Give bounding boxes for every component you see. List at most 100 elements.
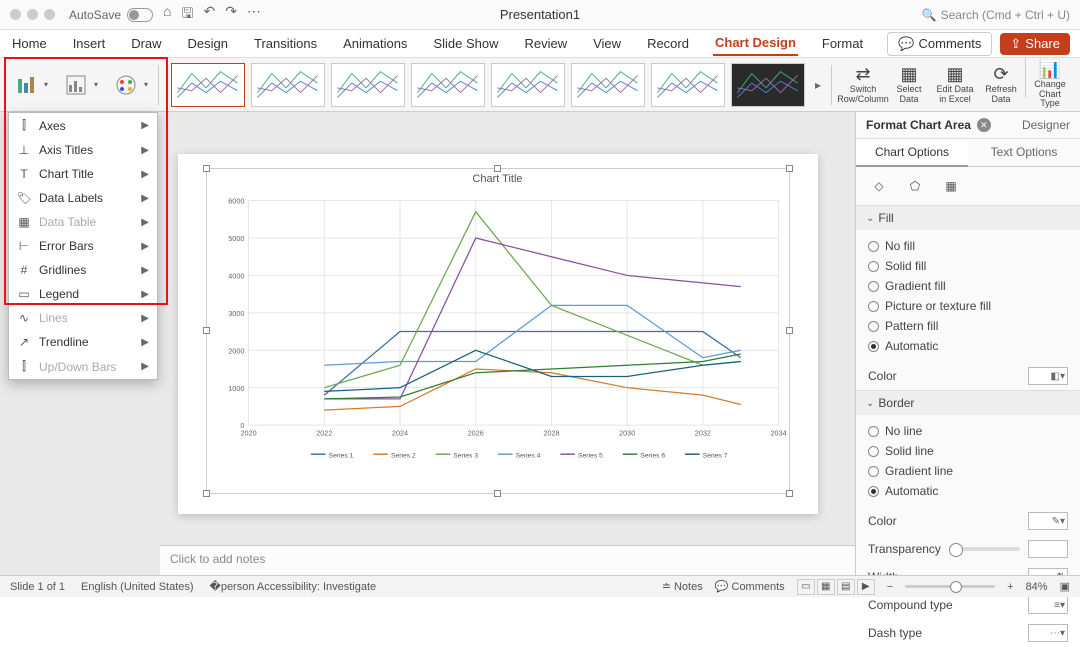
- radio-gradient-fill[interactable]: Gradient fill: [868, 276, 1068, 296]
- chart-style-thumb[interactable]: [331, 63, 405, 107]
- fill-color-picker[interactable]: ◧▾: [1028, 367, 1068, 385]
- tab-text-options[interactable]: Text Options: [968, 139, 1080, 167]
- menu-item-trendline[interactable]: ↗Trendline▶: [9, 330, 157, 354]
- save-icon[interactable]: 🖫: [182, 3, 194, 27]
- zoom-out-button[interactable]: −: [887, 581, 893, 593]
- switch-icon[interactable]: [127, 8, 153, 22]
- fit-button[interactable]: ▣: [1060, 580, 1070, 593]
- chart-style-thumb[interactable]: [651, 63, 725, 107]
- normal-view-button[interactable]: ▭: [797, 579, 815, 595]
- refresh-data-button[interactable]: ⟳Refresh Data: [979, 58, 1023, 112]
- tab-transitions[interactable]: Transitions: [252, 32, 319, 55]
- chart-object[interactable]: Chart Title 0100020003000400050006000202…: [206, 168, 790, 494]
- home-icon[interactable]: ⌂: [163, 3, 171, 27]
- chart-title[interactable]: Chart Title: [207, 169, 789, 189]
- resize-handle[interactable]: [786, 165, 793, 172]
- more-icon[interactable]: ⋯: [247, 3, 261, 27]
- chart-style-thumb[interactable]: [171, 63, 245, 107]
- switch-row-column-button[interactable]: ⇄Switch Row/Column: [841, 58, 885, 112]
- resize-handle[interactable]: [494, 490, 501, 497]
- zoom-percent[interactable]: 84%: [1026, 581, 1048, 593]
- language-indicator[interactable]: English (United States): [81, 581, 194, 593]
- tab-chart-design[interactable]: Chart Design: [713, 31, 798, 56]
- select-data-button[interactable]: ▦Select Data: [887, 58, 931, 112]
- slideshow-view-button[interactable]: ▶: [857, 579, 875, 595]
- resize-handle[interactable]: [786, 327, 793, 334]
- chart-style-thumb[interactable]: [251, 63, 325, 107]
- close-icon[interactable]: ✕: [977, 118, 991, 132]
- resize-handle[interactable]: [786, 490, 793, 497]
- resize-handle[interactable]: [203, 165, 210, 172]
- radio-automatic[interactable]: Automatic: [868, 336, 1068, 356]
- radio-no-fill[interactable]: No fill: [868, 236, 1068, 256]
- tab-insert[interactable]: Insert: [71, 32, 108, 55]
- tab-review[interactable]: Review: [522, 32, 569, 55]
- tab-slideshow[interactable]: Slide Show: [431, 32, 500, 55]
- edit-data-button[interactable]: ▦Edit Data in Excel: [933, 58, 977, 112]
- autosave-toggle[interactable]: AutoSave: [69, 8, 153, 22]
- menu-item-chart-title[interactable]: TChart Title▶: [9, 162, 157, 186]
- zoom-slider[interactable]: [905, 585, 995, 588]
- chevron-down-icon[interactable]: ▾: [144, 80, 148, 89]
- menu-item-axis-titles[interactable]: ⊥Axis Titles▶: [9, 138, 157, 162]
- redo-icon[interactable]: ↷: [225, 3, 237, 27]
- border-color-picker[interactable]: ✎▾: [1028, 512, 1068, 530]
- share-button[interactable]: ⇪ Share: [1000, 33, 1070, 55]
- notes-pane[interactable]: Click to add notes: [160, 545, 855, 575]
- sorter-view-button[interactable]: ▦: [817, 579, 835, 595]
- quick-layout-button[interactable]: [62, 66, 90, 104]
- radio-picture-or-texture-fill[interactable]: Picture or texture fill: [868, 296, 1068, 316]
- window-controls[interactable]: [10, 9, 55, 20]
- comments-button[interactable]: 💬 Comments: [715, 580, 785, 593]
- transparency-input[interactable]: [1028, 540, 1068, 558]
- tab-draw[interactable]: Draw: [129, 32, 163, 55]
- resize-handle[interactable]: [203, 490, 210, 497]
- menu-item-axes[interactable]: ⫿Axes▶: [9, 113, 157, 138]
- radio-gradient-line[interactable]: Gradient line: [868, 461, 1068, 481]
- radio-pattern-fill[interactable]: Pattern fill: [868, 316, 1068, 336]
- chart-plot[interactable]: 0100020003000400050006000202020222024202…: [207, 189, 789, 474]
- fill-line-icon[interactable]: ◇: [868, 175, 890, 197]
- chart-style-thumb[interactable]: [491, 63, 565, 107]
- search-box[interactable]: 🔍 Search (Cmd + Ctrl + U): [922, 8, 1070, 22]
- fill-section-header[interactable]: Fill: [856, 206, 1080, 230]
- undo-icon[interactable]: ↶: [203, 3, 215, 27]
- tab-record[interactable]: Record: [645, 32, 691, 55]
- resize-handle[interactable]: [203, 327, 210, 334]
- chart-style-thumb[interactable]: [731, 63, 805, 107]
- transparency-slider[interactable]: [949, 547, 1020, 551]
- slide-canvas[interactable]: Chart Title 0100020003000400050006000202…: [178, 154, 818, 514]
- designer-button[interactable]: Designer: [1022, 118, 1070, 132]
- radio-no-line[interactable]: No line: [868, 421, 1068, 441]
- chevron-down-icon[interactable]: ▾: [44, 80, 48, 89]
- radio-solid-line[interactable]: Solid line: [868, 441, 1068, 461]
- radio-solid-fill[interactable]: Solid fill: [868, 256, 1068, 276]
- compound-select[interactable]: ≡▾: [1028, 596, 1068, 614]
- tab-view[interactable]: View: [591, 32, 623, 55]
- tab-animations[interactable]: Animations: [341, 32, 409, 55]
- menu-item-error-bars[interactable]: ⊢Error Bars▶: [9, 234, 157, 258]
- gallery-next-button[interactable]: ▸: [811, 63, 825, 107]
- size-properties-icon[interactable]: ▦: [940, 175, 962, 197]
- tab-home[interactable]: Home: [10, 32, 49, 55]
- tab-format[interactable]: Format: [820, 32, 865, 55]
- change-colors-button[interactable]: [112, 66, 140, 104]
- effects-icon[interactable]: ⬠: [904, 175, 926, 197]
- chart-style-thumb[interactable]: [411, 63, 485, 107]
- chart-style-thumb[interactable]: [571, 63, 645, 107]
- accessibility-indicator[interactable]: �person Accessibility: Investigate: [210, 580, 377, 593]
- chevron-down-icon[interactable]: ▾: [94, 80, 98, 89]
- notes-button[interactable]: ≐ Notes: [662, 580, 703, 593]
- reading-view-button[interactable]: ▤: [837, 579, 855, 595]
- resize-handle[interactable]: [494, 165, 501, 172]
- slide-indicator[interactable]: Slide 1 of 1: [10, 581, 65, 593]
- change-chart-type-button[interactable]: 📊Change Chart Type: [1028, 58, 1072, 112]
- add-chart-element-button[interactable]: [12, 66, 40, 104]
- border-section-header[interactable]: Border: [856, 391, 1080, 415]
- dash-select[interactable]: ⋯▾: [1028, 624, 1068, 642]
- zoom-in-button[interactable]: +: [1007, 581, 1013, 593]
- menu-item-gridlines[interactable]: #Gridlines▶: [9, 258, 157, 282]
- menu-item-data-labels[interactable]: 🏷Data Labels▶: [9, 186, 157, 210]
- tab-chart-options[interactable]: Chart Options: [856, 139, 968, 167]
- tab-design[interactable]: Design: [186, 32, 230, 55]
